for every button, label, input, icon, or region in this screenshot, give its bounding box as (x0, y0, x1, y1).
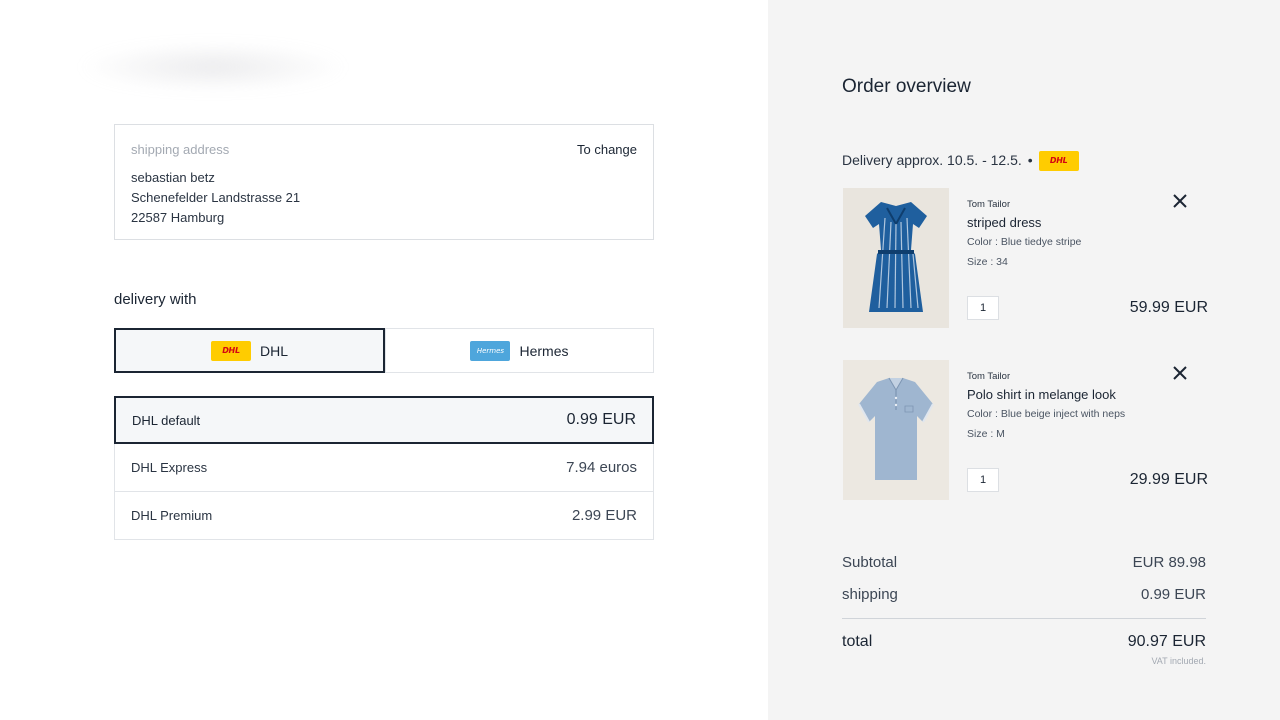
item-price: 59.99 EUR (1129, 299, 1208, 316)
summary-divider (842, 618, 1206, 619)
shipping-address-card: shipping address To change sebastian bet… (114, 124, 654, 240)
shipping-option-dhl-express[interactable]: DHL Express 7.94 euros (114, 444, 654, 492)
separator-dot: • (1027, 152, 1033, 169)
total-value: 90.97 EUR (1127, 633, 1206, 650)
shipping-label: shipping (842, 586, 898, 603)
blurred-logo (78, 42, 348, 92)
item-color: Color : Blue tiedye stripe (967, 236, 1082, 248)
item-brand: Tom Tailor (967, 371, 1011, 382)
address-street: Schenefelder Landstrasse 21 (131, 190, 301, 205)
carrier-tab-hermes[interactable]: Hermes Hermes (385, 328, 654, 373)
shipping-row: shipping 0.99 EUR (842, 586, 1206, 603)
subtotal-value: EUR 89.98 (1132, 554, 1206, 571)
order-overview-title: Order overview (842, 76, 971, 97)
address-city: 22587 Hamburg (131, 210, 225, 225)
total-row: total 90.97 EUR (842, 633, 1206, 651)
item-size: Size : M (967, 428, 1005, 440)
shipping-option-dhl-default[interactable]: DHL default 0.99 EUR (114, 396, 654, 444)
cart-item: Tom Tailor striped dress Color : Blue ti… (843, 188, 1208, 328)
item-brand: Tom Tailor (967, 199, 1011, 210)
shipping-options-list: DHL default 0.99 EUR DHL Express 7.94 eu… (114, 396, 654, 540)
shipping-option-dhl-premium[interactable]: DHL Premium 2.99 EUR (114, 492, 654, 540)
carrier-tab-label: DHL (259, 342, 288, 359)
hermes-logo-icon: Hermes (470, 340, 511, 361)
subtotal-row: Subtotal EUR 89.98 (842, 554, 1206, 571)
carrier-selector: DHL DHL Hermes Hermes (114, 328, 654, 373)
address-lines: sebastian betz Schenefelder Landstrasse … (131, 168, 300, 228)
item-name: striped dress (967, 215, 1042, 230)
carrier-tab-label: Hermes (519, 342, 569, 359)
item-color: Color : Blue beige inject with neps (967, 408, 1126, 420)
item-name: Polo shirt in melange look (967, 387, 1116, 402)
subtotal-label: Subtotal (842, 554, 898, 571)
total-label: total (842, 633, 873, 650)
shipping-option-price: 0.99 EUR (566, 411, 636, 428)
delivery-estimate: Delivery approx. 10.5. - 12.5. • DHL (842, 150, 1079, 171)
quantity-input[interactable]: 1 (967, 468, 999, 492)
shipping-option-price: 2.99 EUR (571, 507, 637, 524)
address-name: sebastian betz (131, 170, 215, 185)
delivery-heading: delivery with (114, 291, 197, 308)
shipping-address-label: shipping address (131, 142, 230, 157)
delivery-estimate-text: Delivery approx. 10.5. - 12.5. (842, 152, 1022, 169)
shipping-option-label: DHL default (132, 412, 201, 428)
item-price: 29.99 EUR (1129, 471, 1208, 488)
cart-item: Tom Tailor Polo shirt in melange look Co… (843, 360, 1208, 500)
dhl-logo-icon: DHL (1038, 150, 1079, 171)
shipping-option-label: DHL Premium (131, 508, 213, 523)
order-overview-pane: Order overview Delivery approx. 10.5. - … (768, 0, 1280, 720)
checkout-shipping-pane: shipping address To change sebastian bet… (0, 0, 768, 720)
close-icon[interactable] (1170, 191, 1190, 211)
polo-shirt-image[interactable] (843, 360, 949, 500)
close-icon[interactable] (1170, 363, 1190, 383)
item-size: Size : 34 (967, 256, 1008, 268)
quantity-input[interactable]: 1 (967, 296, 999, 320)
change-address-link[interactable]: To change (577, 142, 637, 157)
shipping-option-price: 7.94 euros (566, 459, 637, 476)
shipping-option-label: DHL Express (131, 460, 208, 475)
vat-note: VAT included. (1151, 656, 1206, 666)
shipping-value: 0.99 EUR (1140, 586, 1206, 603)
carrier-tab-dhl[interactable]: DHL DHL (114, 328, 385, 373)
dhl-logo-icon: DHL (210, 340, 251, 361)
striped-dress-image[interactable] (843, 188, 949, 328)
